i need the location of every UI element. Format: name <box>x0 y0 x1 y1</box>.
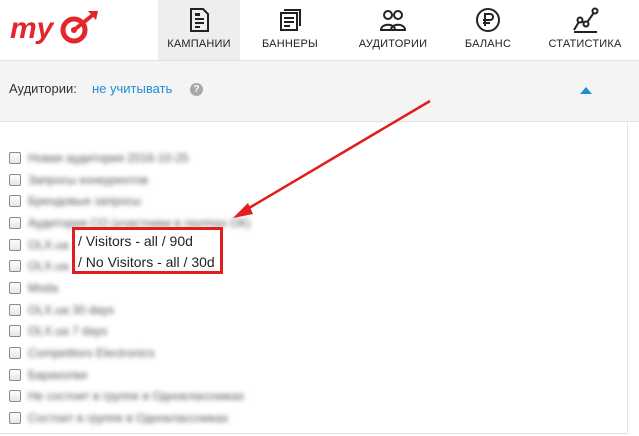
panel-bottom-divider <box>0 433 628 434</box>
svg-text:my: my <box>10 12 55 45</box>
help-icon[interactable]: ? <box>190 83 203 96</box>
nav-label-campaigns: КАМПАНИИ <box>167 38 231 50</box>
audience-checkbox[interactable] <box>9 195 21 208</box>
nav-tab-audiences[interactable]: АУДИТОРИИ <box>340 0 446 60</box>
nav-tab-campaigns[interactable]: КАМПАНИИ <box>158 0 240 60</box>
audiences-people-icon <box>379 10 407 31</box>
audience-list-item[interactable]: OLX.ua 7 days <box>9 321 250 343</box>
audience-name: Новая аудитория 2016-10-25 <box>28 150 189 165</box>
nav-label-banners: БАННЕРЫ <box>261 38 318 50</box>
nav-tab-balance[interactable]: БАЛАНС <box>446 0 530 60</box>
collapse-arrow-up-icon[interactable] <box>580 87 592 94</box>
audience-name: Не состоит в группе в Одноклассниках <box>28 389 245 404</box>
audience-checkbox[interactable] <box>9 260 21 273</box>
audience-list-item[interactable]: Moda <box>9 277 250 299</box>
audience-list: Новая аудитория 2016-10-25 Запросы конку… <box>9 147 250 429</box>
audience-list-item[interactable]: OLX.ua 30 days <box>9 299 250 321</box>
nav-tab-banners[interactable]: БАННЕРЫ <box>240 0 340 60</box>
statistics-chart-icon <box>573 7 599 33</box>
audience-list-item[interactable]: Новая аудитория 2016-10-25 <box>9 147 250 169</box>
audience-list-item[interactable]: Барахолки <box>9 364 250 386</box>
audience-name: Competitors Electronics <box>28 346 155 361</box>
mytarget-logo[interactable]: my <box>8 8 108 48</box>
audience-checkbox[interactable] <box>9 238 21 251</box>
audience-name: Запросы конкурентов <box>28 172 149 187</box>
audience-name: Брендовые запросы <box>28 194 142 209</box>
audience-checkbox[interactable] <box>9 325 21 338</box>
audience-checkbox[interactable] <box>9 390 21 403</box>
audience-list-item[interactable]: Competitors Electronics <box>9 342 250 364</box>
audience-name: Барахолки <box>28 367 88 382</box>
audience-name: OLX.ua <box>28 259 69 274</box>
audiences-label: Аудитории: <box>9 81 77 96</box>
audience-checkbox[interactable] <box>9 216 21 229</box>
audiences-panel-header[interactable]: Аудитории: не учитывать ? <box>0 60 639 122</box>
audience-checkbox[interactable] <box>9 412 21 425</box>
main-nav: КАМПАНИИ БАННЕРЫ АУДИТОРИИ БАЛАНС СТАТИС… <box>158 0 639 60</box>
audience-name: Состоит в группе в Одноклассниках <box>28 411 229 426</box>
nav-label-audiences: АУДИТОРИИ <box>358 38 428 50</box>
top-navigation-bar: my КАМПАНИИ БАННЕРЫ АУДИТОРИИ БАЛАНС СТА… <box>0 0 639 60</box>
panel-right-divider <box>627 123 628 433</box>
audience-checkbox[interactable] <box>9 368 21 381</box>
annotation-line-no-visitors: / No Visitors - all / 30d <box>78 254 215 270</box>
annotation-callout-box: / Visitors - all / 90d / No Visitors - a… <box>72 227 223 274</box>
audience-checkbox[interactable] <box>9 281 21 294</box>
audience-checkbox[interactable] <box>9 347 21 360</box>
nav-label-statistics: СТАТИСТИКА <box>548 38 622 50</box>
audience-name: OLX.ua <box>28 237 69 252</box>
nav-tab-statistics[interactable]: СТАТИСТИКА <box>530 0 639 60</box>
banners-icon <box>280 9 301 31</box>
audience-name: Moda <box>28 280 59 295</box>
audience-checkbox[interactable] <box>9 151 21 164</box>
audience-list-item[interactable]: Состоит в группе в Одноклассниках <box>9 407 250 429</box>
audience-list-item[interactable]: Брендовые запросы <box>9 190 250 212</box>
campaigns-document-icon <box>190 8 209 32</box>
audience-checkbox[interactable] <box>9 303 21 316</box>
nav-label-balance: БАЛАНС <box>464 38 512 50</box>
audiences-mode-link[interactable]: не учитывать <box>92 81 172 96</box>
audience-name: OLX.ua 7 days <box>28 324 108 339</box>
audience-list-item[interactable]: Запросы конкурентов <box>9 169 250 191</box>
audience-list-item[interactable]: Не состоит в группе в Одноклассниках <box>9 386 250 408</box>
audience-name: OLX.ua 30 days <box>28 302 115 317</box>
annotation-line-visitors: / Visitors - all / 90d <box>78 233 193 249</box>
ruble-coin-icon <box>476 8 500 32</box>
audience-checkbox[interactable] <box>9 173 21 186</box>
